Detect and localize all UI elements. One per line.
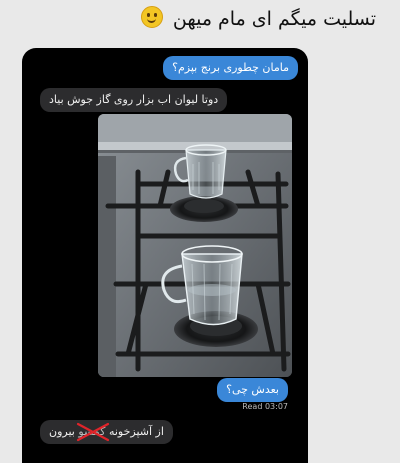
incoming-message-bubble[interactable]: از آشپزخونه گمشو بیرون [40, 420, 173, 444]
struck-word: گمشو [77, 422, 110, 442]
red-cross-out-icon [77, 422, 110, 442]
read-timestamp: Read 03:07 [242, 402, 288, 411]
message-text: مامان چطوری برنج بپزم؟ [172, 61, 289, 74]
photo-message[interactable] [98, 114, 292, 377]
post-caption: تسلیت میگم ای مام میهن [10, 6, 376, 32]
outgoing-message-bubble[interactable]: مامان چطوری برنج بپزم؟ [163, 56, 298, 80]
message-text: دوتا لیوان اب بزار روی گاز جوش بیاد [49, 93, 219, 106]
message-text: بعدش چی؟ [226, 383, 279, 396]
message-text-after: بیرون [49, 425, 75, 438]
chat-screenshot: مامان چطوری برنج بپزم؟ دوتا لیوان اب بزا… [22, 48, 308, 463]
message-text-before: از آشپزخونه [108, 425, 164, 438]
photo-two-glasses-on-stove-icon [98, 114, 292, 377]
incoming-message-bubble[interactable]: دوتا لیوان اب بزار روی گاز جوش بیاد [40, 88, 228, 112]
slightly-smiling-face-icon [140, 6, 163, 28]
caption-text: تسلیت میگم ای مام میهن [172, 8, 376, 30]
outgoing-message-bubble[interactable]: بعدش چی؟ [217, 378, 288, 402]
